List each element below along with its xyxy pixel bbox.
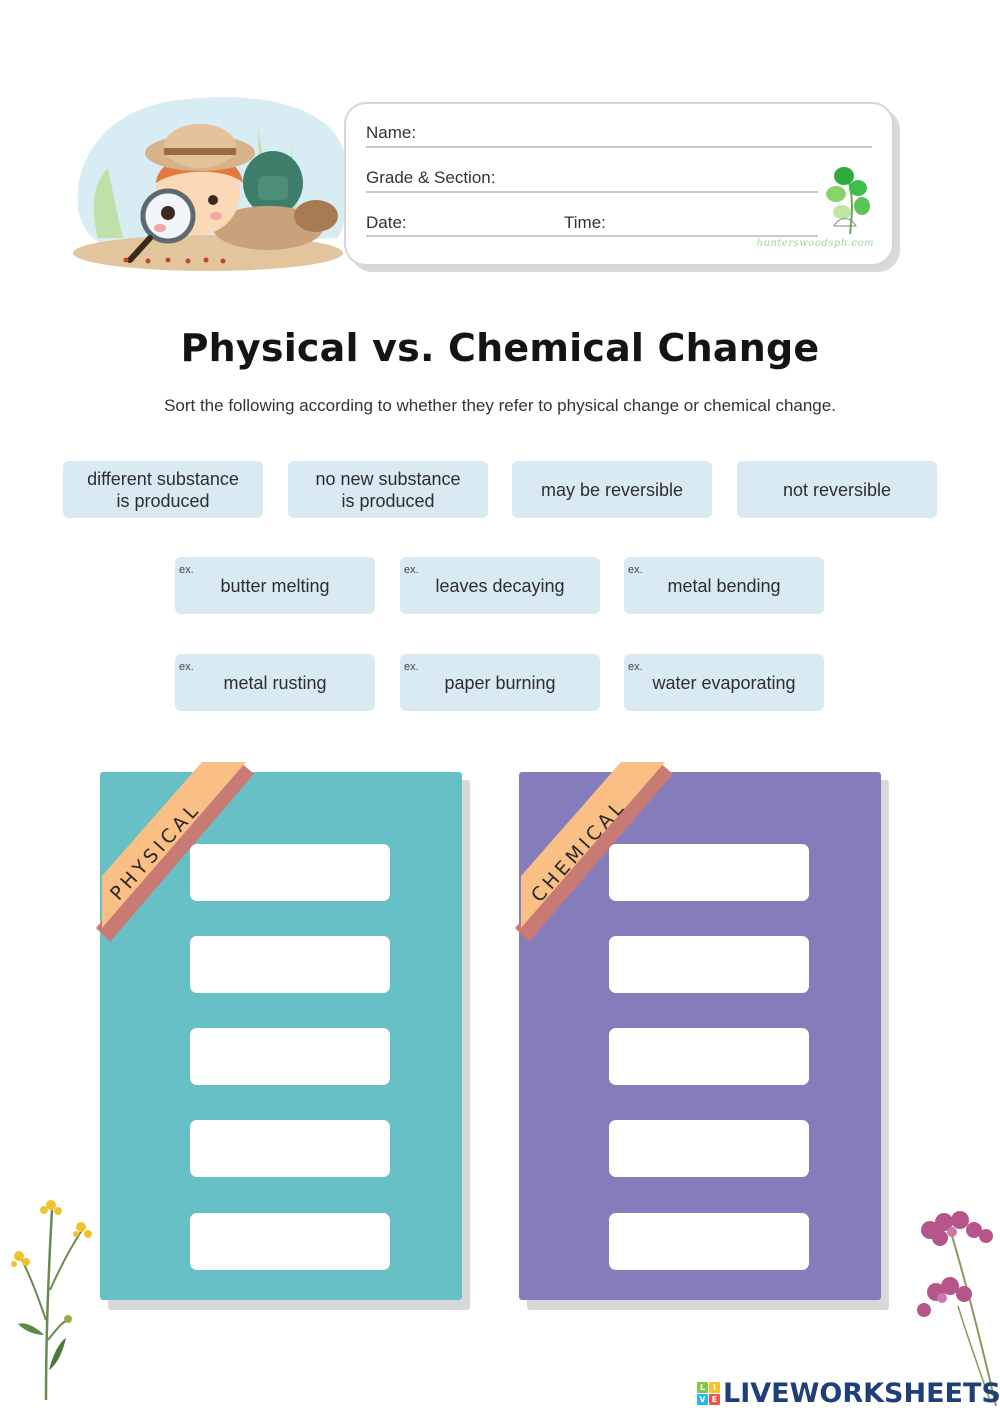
example-prefix: ex. <box>628 564 643 576</box>
name-label: Name: <box>366 123 417 142</box>
chip-metal-rusting[interactable]: ex. metal rusting <box>175 654 375 711</box>
example-prefix: ex. <box>179 661 194 673</box>
chip-label: not reversible <box>782 479 892 500</box>
physical-drop-slot-5[interactable] <box>190 1213 390 1270</box>
pink-flower-illustration <box>917 1211 997 1406</box>
chip-label: may be reversible <box>540 479 684 500</box>
physical-drop-slot-4[interactable] <box>190 1120 390 1177</box>
grade-section-line <box>366 191 818 193</box>
liveworksheets-logo: L I V E LIVEWORKSHEETS <box>697 1377 1000 1409</box>
chip-leaves-decaying[interactable]: ex. leaves decaying <box>400 557 600 614</box>
chip-label: butter melting <box>220 575 330 596</box>
chip-label: paper burning <box>444 672 556 693</box>
chip-label: no new substance is produced <box>315 468 461 511</box>
time-label: Time: <box>564 213 606 232</box>
page-title: Physical vs. Chemical Change <box>180 326 820 370</box>
date-time-line <box>366 235 818 237</box>
physical-drop-slot-3[interactable] <box>190 1028 390 1085</box>
chip-label: metal bending <box>667 575 781 596</box>
logo-square: E <box>709 1393 720 1405</box>
instructions: Sort the following according to whether … <box>164 396 836 415</box>
liveworksheets-brand: LIVEWORKSHEETS <box>723 1377 1000 1409</box>
chemical-drop-slot-5[interactable] <box>609 1213 809 1270</box>
example-prefix: ex. <box>404 564 419 576</box>
example-prefix: ex. <box>179 564 194 576</box>
chip-water-evaporating[interactable]: ex. water evaporating <box>624 654 824 711</box>
name-line <box>366 146 872 148</box>
chip-paper-burning[interactable]: ex. paper burning <box>400 654 600 711</box>
chip-may-be-reversible[interactable]: may be reversible <box>512 461 712 518</box>
example-prefix: ex. <box>404 661 419 673</box>
grade-section-label: Grade & Section: <box>366 168 496 187</box>
chemical-drop-slot-1[interactable] <box>609 844 809 901</box>
explorer-boy-illustration <box>73 97 351 271</box>
liveworksheets-logo-icon: L I V E <box>697 1381 720 1405</box>
logo-square: I <box>709 1381 720 1393</box>
physical-board: PHYSICAL <box>96 762 475 1312</box>
chip-no-new-substance[interactable]: no new substance is produced <box>288 461 488 518</box>
logo-square: V <box>697 1393 708 1405</box>
physical-drop-slot-1[interactable] <box>190 844 390 901</box>
student-info-card: Name: Grade & Section: Date: Time: hunte… <box>344 102 894 266</box>
date-label: Date: <box>366 213 407 232</box>
watermark-text: hunterswoodsph.com <box>756 238 874 249</box>
chip-butter-melting[interactable]: ex. butter melting <box>175 557 375 614</box>
chemical-drop-slot-2[interactable] <box>609 936 809 993</box>
chip-metal-bending[interactable]: ex. metal bending <box>624 557 824 614</box>
chip-not-reversible[interactable]: not reversible <box>737 461 937 518</box>
chemical-board: CHEMICAL <box>515 762 894 1312</box>
example-prefix: ex. <box>628 661 643 673</box>
chemical-drop-slot-3[interactable] <box>609 1028 809 1085</box>
logo-square: L <box>697 1381 708 1393</box>
chip-label: water evaporating <box>652 672 796 693</box>
chip-label: metal rusting <box>223 672 327 693</box>
physical-drop-slot-2[interactable] <box>190 936 390 993</box>
chip-different-substance[interactable]: different substance is produced <box>63 461 263 518</box>
chip-label: different substance is produced <box>87 468 239 511</box>
chip-label: leaves decaying <box>435 575 565 596</box>
plant-logo-icon <box>826 167 870 235</box>
yellow-flower-illustration <box>11 1200 92 1401</box>
chemical-drop-slot-4[interactable] <box>609 1120 809 1177</box>
